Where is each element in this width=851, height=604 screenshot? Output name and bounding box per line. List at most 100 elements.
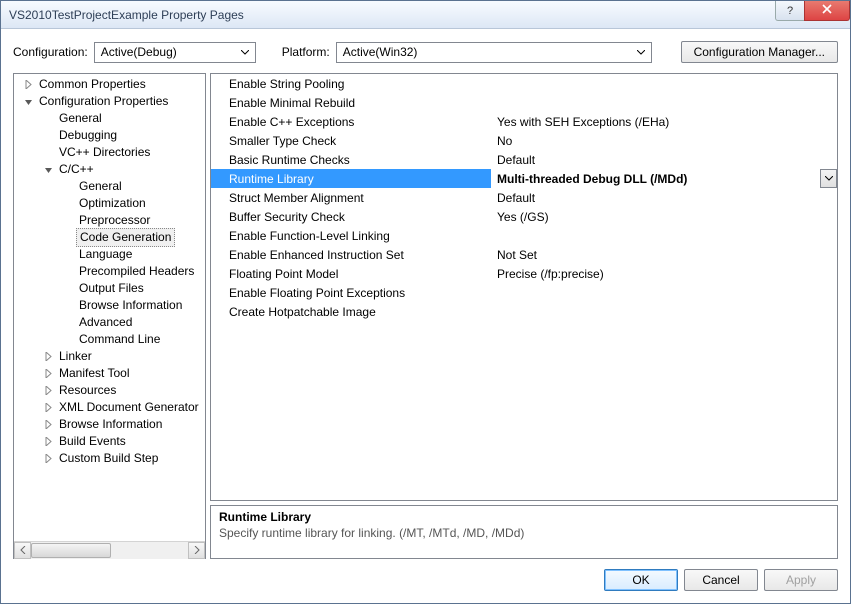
tree-item-linker[interactable]: Linker	[18, 348, 205, 365]
property-value[interactable]: Yes (/GS)	[491, 207, 837, 226]
tree-item-custom[interactable]: Custom Build Step	[18, 450, 205, 467]
property-value[interactable]: Multi-threaded Debug DLL (/MDd)	[491, 169, 837, 188]
tree-item-cc-general[interactable]: General	[18, 178, 205, 195]
property-row[interactable]: Floating Point ModelPrecise (/fp:precise…	[211, 264, 837, 283]
property-value[interactable]	[491, 226, 837, 245]
configuration-combo[interactable]: Active(Debug)	[94, 42, 256, 63]
cancel-button[interactable]: Cancel	[684, 569, 758, 591]
property-name: Runtime Library	[211, 169, 491, 188]
property-value[interactable]: Default	[491, 150, 837, 169]
apply-button[interactable]: Apply	[764, 569, 838, 591]
button-label: Configuration Manager...	[694, 45, 825, 59]
property-name: Create Hotpatchable Image	[211, 302, 491, 321]
expander-collapsed-icon[interactable]	[42, 385, 54, 397]
configuration-manager-button[interactable]: Configuration Manager...	[681, 41, 838, 63]
property-name: Enable Minimal Rebuild	[211, 93, 491, 112]
expander-expanded-icon[interactable]	[22, 96, 34, 108]
description-body: Specify runtime library for linking. (/M…	[219, 526, 829, 540]
platform-combo[interactable]: Active(Win32)	[336, 42, 652, 63]
tree-item-cc-advanced[interactable]: Advanced	[18, 314, 205, 331]
dialog-button-row: OK Cancel Apply	[13, 559, 838, 591]
tree-item-general[interactable]: General	[18, 110, 205, 127]
chevron-down-icon	[238, 45, 253, 60]
property-value[interactable]: Yes with SEH Exceptions (/EHa)	[491, 112, 837, 131]
tree-item-xmldoc[interactable]: XML Document Generator	[18, 399, 205, 416]
property-name: Enable C++ Exceptions	[211, 112, 491, 131]
property-row[interactable]: Buffer Security CheckYes (/GS)	[211, 207, 837, 226]
property-row[interactable]: Enable String Pooling	[211, 74, 837, 93]
scroll-track[interactable]	[31, 542, 188, 559]
right-pane: Enable String PoolingEnable Minimal Rebu…	[210, 73, 838, 559]
property-row[interactable]: Enable Function-Level Linking	[211, 226, 837, 245]
config-row: Configuration: Active(Debug) Platform: A…	[13, 41, 838, 63]
tree-item-vc-directories[interactable]: VC++ Directories	[18, 144, 205, 161]
property-row[interactable]: Create Hotpatchable Image	[211, 302, 837, 321]
tree[interactable]: Common Properties Configuration Properti…	[14, 74, 205, 541]
property-row[interactable]: Struct Member AlignmentDefault	[211, 188, 837, 207]
expander-expanded-icon[interactable]	[42, 164, 54, 176]
tree-horizontal-scrollbar[interactable]	[14, 541, 205, 558]
configuration-value: Active(Debug)	[101, 45, 177, 59]
dropdown-button[interactable]	[820, 169, 837, 188]
chevron-down-icon	[634, 45, 649, 60]
property-value[interactable]: Not Set	[491, 245, 837, 264]
tree-item-buildevents[interactable]: Build Events	[18, 433, 205, 450]
tree-item-cc-output[interactable]: Output Files	[18, 280, 205, 297]
expander-collapsed-icon[interactable]	[42, 368, 54, 380]
tree-item-cc-preprocessor[interactable]: Preprocessor	[18, 212, 205, 229]
property-value[interactable]	[491, 302, 837, 321]
expander-collapsed-icon[interactable]	[42, 453, 54, 465]
tree-item-cc-optimization[interactable]: Optimization	[18, 195, 205, 212]
expander-collapsed-icon[interactable]	[42, 419, 54, 431]
tree-item-cc-browse[interactable]: Browse Information	[18, 297, 205, 314]
dialog-body: Configuration: Active(Debug) Platform: A…	[1, 29, 850, 603]
tree-item-cc-codegen[interactable]: Code Generation	[18, 229, 205, 246]
titlebar[interactable]: VS2010TestProjectExample Property Pages …	[1, 1, 850, 29]
tree-item-ccpp[interactable]: C/C++	[18, 161, 205, 178]
property-value[interactable]: Default	[491, 188, 837, 207]
tree-label: Configuration Properties	[36, 93, 171, 110]
property-row[interactable]: Smaller Type CheckNo	[211, 131, 837, 150]
tree-item-resources[interactable]: Resources	[18, 382, 205, 399]
property-value[interactable]	[491, 93, 837, 112]
tree-label: C/C++	[56, 161, 97, 178]
close-button[interactable]	[804, 1, 850, 21]
tree-item-debugging[interactable]: Debugging	[18, 127, 205, 144]
dialog-window: VS2010TestProjectExample Property Pages …	[0, 0, 851, 604]
property-name: Floating Point Model	[211, 264, 491, 283]
tree-item-cc-cmdline[interactable]: Command Line	[18, 331, 205, 348]
close-icon	[822, 4, 832, 17]
platform-value: Active(Win32)	[343, 45, 418, 59]
property-row[interactable]: Enable C++ ExceptionsYes with SEH Except…	[211, 112, 837, 131]
property-value[interactable]: Precise (/fp:precise)	[491, 264, 837, 283]
help-button[interactable]: ?	[775, 1, 805, 21]
description-pane: Runtime Library Specify runtime library …	[210, 505, 838, 559]
ok-button[interactable]: OK	[604, 569, 678, 591]
window-title: VS2010TestProjectExample Property Pages	[9, 8, 776, 22]
property-row[interactable]: Runtime LibraryMulti-threaded Debug DLL …	[211, 169, 837, 188]
property-name: Smaller Type Check	[211, 131, 491, 150]
scroll-right-button[interactable]	[188, 542, 205, 559]
expander-collapsed-icon[interactable]	[42, 436, 54, 448]
property-name: Basic Runtime Checks	[211, 150, 491, 169]
property-row[interactable]: Enable Minimal Rebuild	[211, 93, 837, 112]
tree-item-cc-language[interactable]: Language	[18, 246, 205, 263]
property-grid[interactable]: Enable String PoolingEnable Minimal Rebu…	[210, 73, 838, 501]
property-row[interactable]: Enable Floating Point Exceptions	[211, 283, 837, 302]
property-value[interactable]	[491, 283, 837, 302]
tree-item-configuration-properties[interactable]: Configuration Properties	[18, 93, 205, 110]
tree-item-common-properties[interactable]: Common Properties	[18, 76, 205, 93]
scroll-left-button[interactable]	[14, 542, 31, 559]
expander-collapsed-icon[interactable]	[22, 79, 34, 91]
tree-item-cc-pch[interactable]: Precompiled Headers	[18, 263, 205, 280]
property-value[interactable]: No	[491, 131, 837, 150]
scroll-thumb[interactable]	[31, 543, 111, 558]
platform-label: Platform:	[282, 45, 330, 59]
expander-collapsed-icon[interactable]	[42, 351, 54, 363]
expander-collapsed-icon[interactable]	[42, 402, 54, 414]
property-row[interactable]: Basic Runtime ChecksDefault	[211, 150, 837, 169]
tree-item-manifest[interactable]: Manifest Tool	[18, 365, 205, 382]
property-row[interactable]: Enable Enhanced Instruction SetNot Set	[211, 245, 837, 264]
property-value[interactable]	[491, 74, 837, 93]
tree-item-browse[interactable]: Browse Information	[18, 416, 205, 433]
